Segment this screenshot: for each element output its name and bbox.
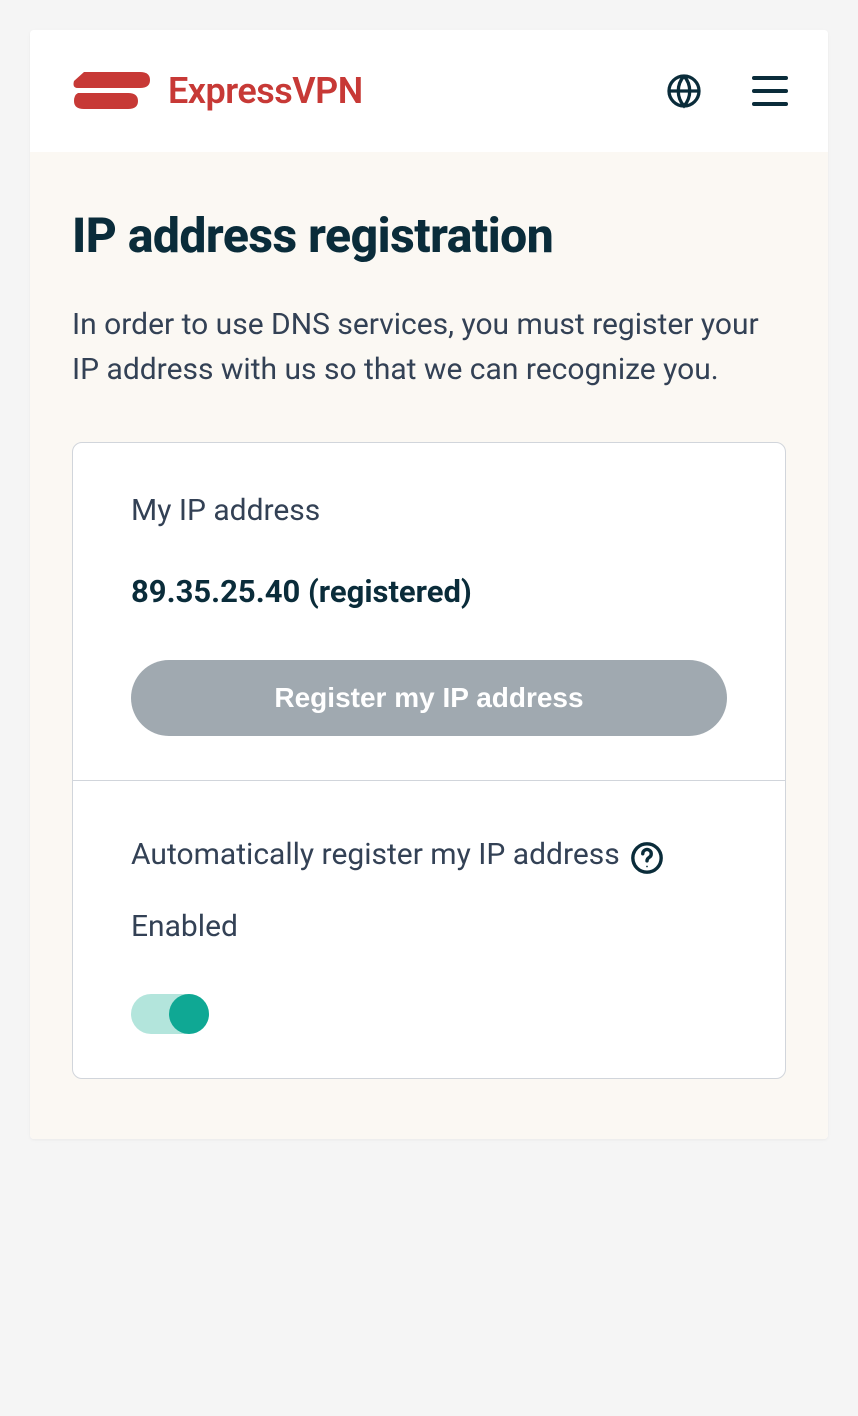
ip-address-section: My IP address 89.35.25.40 (registered) R…: [73, 443, 785, 780]
toggle-knob: [169, 994, 209, 1034]
page-title: IP address registration: [72, 207, 786, 264]
brand-name: ExpressVPN: [168, 70, 363, 112]
ip-address-label: My IP address: [131, 493, 727, 528]
menu-icon[interactable]: [752, 76, 788, 106]
page-description: In order to use DNS services, you must r…: [72, 302, 786, 392]
register-ip-button[interactable]: Register my IP address: [131, 660, 727, 736]
app-container: ExpressVPN IP address registration In or…: [30, 30, 828, 1139]
main-content: IP address registration In order to use …: [30, 152, 828, 1139]
expressvpn-logo-icon: [70, 71, 150, 111]
header-actions: [666, 73, 788, 109]
auto-register-status: Enabled: [131, 909, 727, 944]
app-header: ExpressVPN: [30, 30, 828, 152]
brand-logo[interactable]: ExpressVPN: [70, 70, 363, 112]
auto-register-label: Automatically register my IP address: [131, 837, 620, 872]
help-icon[interactable]: [630, 841, 664, 875]
auto-register-section: Automatically register my IP address Ena…: [73, 780, 785, 1078]
language-icon[interactable]: [666, 73, 702, 109]
ip-address-value: 89.35.25.40 (registered): [131, 573, 727, 610]
ip-settings-card: My IP address 89.35.25.40 (registered) R…: [72, 442, 786, 1079]
auto-register-toggle[interactable]: [131, 994, 209, 1034]
